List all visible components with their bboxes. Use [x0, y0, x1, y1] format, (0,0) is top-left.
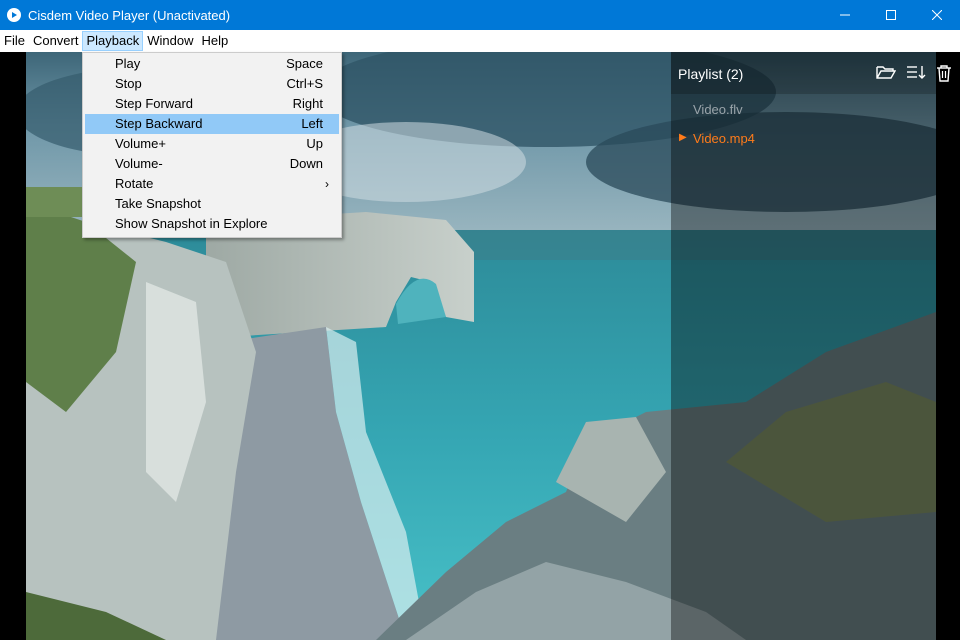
letterbox-left	[0, 52, 26, 640]
trash-icon[interactable]	[935, 64, 957, 82]
app-logo-icon	[7, 8, 21, 22]
menu-item-volume-down[interactable]: Volume- Down	[85, 154, 339, 174]
menu-item-label: Take Snapshot	[115, 196, 202, 211]
playback-menu: Play Space Stop Ctrl+S Step Forward Righ…	[82, 52, 342, 238]
menu-item-shortcut: Ctrl+S	[286, 76, 323, 91]
menu-item-step-forward[interactable]: Step Forward Right	[85, 94, 339, 114]
playlist-item-playing[interactable]: ▶ Video.mp4	[679, 131, 755, 146]
minimize-button[interactable]	[822, 0, 868, 30]
menu-item-label: Show Snapshot in Explore	[115, 216, 268, 231]
menu-playback[interactable]: Playback	[82, 31, 144, 51]
sort-list-icon[interactable]	[906, 64, 928, 82]
menu-item-shortcut: Up	[306, 136, 323, 151]
maximize-button[interactable]	[868, 0, 914, 30]
playlist-title: Playlist (2)	[678, 66, 744, 82]
menu-convert[interactable]: Convert	[29, 30, 83, 52]
menu-item-shortcut: Left	[301, 116, 323, 131]
menu-item-show-snapshot[interactable]: Show Snapshot in Explore	[85, 214, 339, 234]
window-title: Cisdem Video Player (Unactivated)	[28, 7, 231, 23]
menu-item-stop[interactable]: Stop Ctrl+S	[85, 74, 339, 94]
playlist-panel: Playlist (2) Video.flv ▶ Video.mp4	[671, 52, 960, 640]
menu-item-label: Stop	[115, 76, 142, 91]
menu-item-shortcut: Right	[292, 96, 323, 111]
playlist-item-name: Video.flv	[693, 102, 743, 117]
menu-help[interactable]: Help	[197, 30, 232, 52]
playlist-item-name: Video.mp4	[693, 131, 755, 146]
menu-item-label: Play	[115, 56, 141, 71]
menu-item-label: Rotate	[115, 176, 154, 191]
menu-item-label: Volume-	[115, 156, 163, 171]
menu-item-label: Volume+	[115, 136, 166, 151]
menu-item-label: Step Backward	[115, 116, 203, 131]
menu-item-rotate[interactable]: Rotate ›	[85, 174, 339, 194]
menu-item-step-backward[interactable]: Step Backward Left	[85, 114, 339, 134]
menu-item-shortcut: Down	[289, 156, 323, 171]
menu-item-take-snapshot[interactable]: Take Snapshot	[85, 194, 339, 214]
menu-window[interactable]: Window	[143, 30, 197, 52]
close-button[interactable]	[914, 0, 960, 30]
now-playing-icon: ▶	[679, 132, 687, 143]
playlist-item[interactable]: Video.flv	[693, 102, 743, 117]
menu-item-label: Step Forward	[115, 96, 194, 111]
menu-item-play[interactable]: Play Space	[85, 54, 339, 74]
menu-item-shortcut: Space	[286, 56, 323, 71]
menu-file[interactable]: File	[0, 30, 29, 52]
submenu-arrow-icon: ›	[325, 177, 329, 191]
menu-bar: File Convert Playback Window Help	[0, 30, 960, 52]
maximize-icon	[886, 10, 896, 20]
menu-item-volume-up[interactable]: Volume+ Up	[85, 134, 339, 154]
minimize-icon	[840, 14, 850, 16]
title-bar: Cisdem Video Player (Unactivated)	[0, 0, 960, 30]
folder-open-icon[interactable]	[876, 64, 898, 82]
close-icon	[932, 10, 942, 20]
